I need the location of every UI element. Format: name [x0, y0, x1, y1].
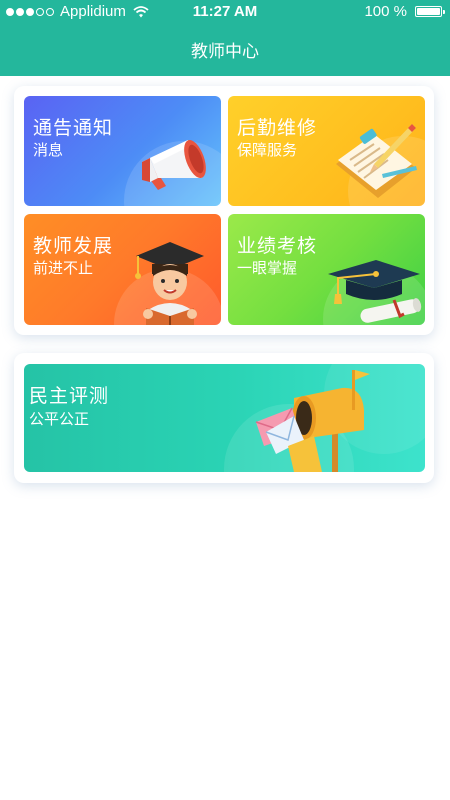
status-right: 100 %	[364, 3, 445, 20]
card-subtitle: 公平公正	[29, 410, 90, 428]
card-subtitle: 保障服务	[237, 141, 298, 159]
card-title: 后勤维修	[237, 117, 318, 139]
card-democratic-evaluation[interactable]: 民主评测 公平公正	[24, 364, 425, 472]
card-notice[interactable]: 通告通知 消息	[24, 96, 221, 206]
mailbox-icon	[255, 370, 370, 472]
card-title: 业绩考核	[237, 235, 318, 257]
battery-percentage: 100 %	[364, 3, 407, 20]
clipboard-icon	[336, 124, 417, 198]
card-title: 通告通知	[33, 117, 114, 139]
card-subtitle: 前进不止	[33, 259, 94, 277]
card-performance-review[interactable]: 业绩考核 一眼掌握	[228, 214, 425, 325]
card-subtitle: 一眼掌握	[237, 259, 298, 277]
megaphone-icon	[142, 139, 206, 190]
page-title: 教师中心	[191, 42, 259, 62]
navigation-bar: 教师中心	[0, 24, 450, 76]
card-title: 教师发展	[33, 235, 114, 257]
status-bar: Applidium 11:27 AM 100 %	[0, 0, 450, 24]
card-logistics[interactable]: 后勤维修 保障服务	[228, 96, 425, 206]
card-subtitle: 消息	[33, 141, 64, 159]
graduation-cap-icon	[328, 260, 422, 323]
battery-icon	[415, 6, 445, 17]
card-teacher-development[interactable]: 教师发展 前进不止	[24, 214, 221, 325]
card-title: 民主评测	[29, 385, 110, 407]
teacher-icon	[135, 242, 204, 325]
